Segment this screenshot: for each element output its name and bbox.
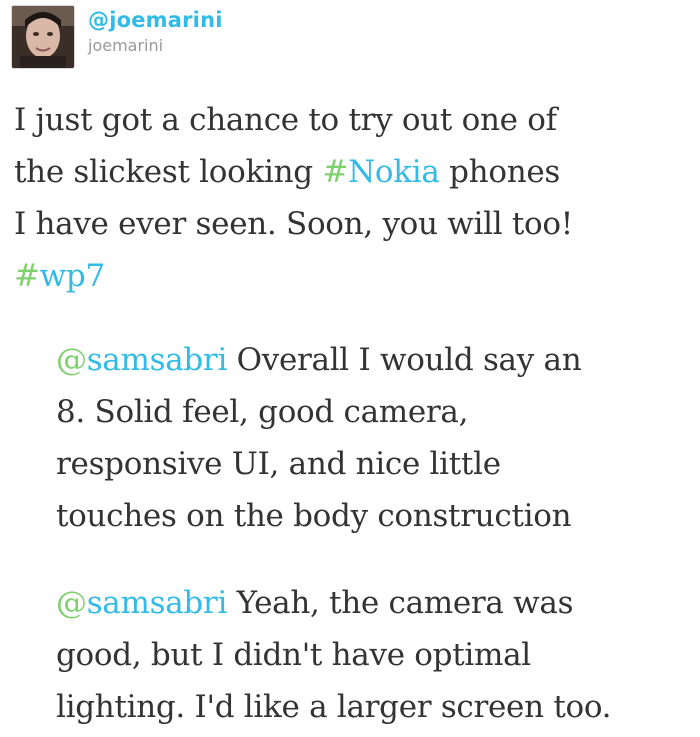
hashtag-label: Nokia (348, 154, 440, 190)
hashtag-wp7-link[interactable]: #wp7 (14, 258, 105, 294)
mention-samsabri-link[interactable]: @samsabri (56, 585, 227, 621)
mention-samsabri-link[interactable]: @samsabri (56, 342, 227, 378)
reply-text-segment: Yeah, the camera was (227, 585, 574, 621)
screen-name-link[interactable]: @joemarini (88, 7, 223, 33)
reply-tweet: @samsabri Yeah, the camera was good, but… (56, 577, 696, 733)
user-names: @joemarini joemarini (88, 7, 223, 57)
tweet-text-segment: the slickest looking (14, 154, 323, 190)
tweet-line: I just got a chance to try out one of (14, 94, 684, 146)
tweet-text-segment: phones (439, 154, 561, 190)
tweet-header: @joemarini joemarini (12, 6, 223, 68)
reply-line: @samsabri Overall I would say an (56, 334, 696, 386)
reply-line: 8. Solid feel, good camera, (56, 386, 696, 438)
hashtag-symbol: # (14, 258, 40, 294)
reply-text-segment: lighting. I'd like a larger screen too. (56, 689, 612, 725)
reply-line: touches on the body construction (56, 490, 696, 542)
tweet-screenshot: @joemarini joemarini I just got a chance… (0, 0, 700, 737)
mention-symbol: @ (56, 585, 87, 621)
reply-line: responsive UI, and nice little (56, 438, 696, 490)
hashtag-symbol: # (322, 154, 349, 190)
tweet-line: the slickest looking #Nokia phones (14, 146, 684, 198)
mention-label: samsabri (86, 585, 228, 621)
user-avatar[interactable] (12, 6, 74, 68)
reply-text-segment: touches on the body construction (56, 498, 572, 534)
tweet-text-segment: I just got a chance to try out one of (14, 102, 557, 138)
avatar-portrait-icon (12, 6, 74, 68)
hashtag-label: wp7 (39, 258, 106, 294)
reply-line: @samsabri Yeah, the camera was (56, 577, 696, 629)
reply-text-segment: responsive UI, and nice little (56, 446, 501, 482)
reply-text-segment: good, but I didn't have optimal (56, 637, 531, 673)
reply-text-segment: 8. Solid feel, good camera, (56, 394, 469, 430)
reply-tweet: @samsabri Overall I would say an 8. Soli… (56, 334, 696, 542)
mention-label: samsabri (86, 342, 228, 378)
user-real-name: joemarini (88, 36, 164, 55)
hashtag-nokia-link[interactable]: #Nokia (322, 154, 439, 190)
tweet-line: #wp7 (14, 250, 684, 302)
reply-line: good, but I didn't have optimal (56, 629, 696, 681)
reply-line: lighting. I'd like a larger screen too. (56, 681, 696, 733)
reply-text-segment: Overall I would say an (227, 342, 582, 378)
mention-symbol: @ (56, 342, 87, 378)
tweet-line: I have ever seen. Soon, you will too! (14, 198, 684, 250)
tweet-text: I just got a chance to try out one of th… (14, 94, 684, 302)
tweet-text-segment: I have ever seen. Soon, you will too! (14, 206, 573, 242)
